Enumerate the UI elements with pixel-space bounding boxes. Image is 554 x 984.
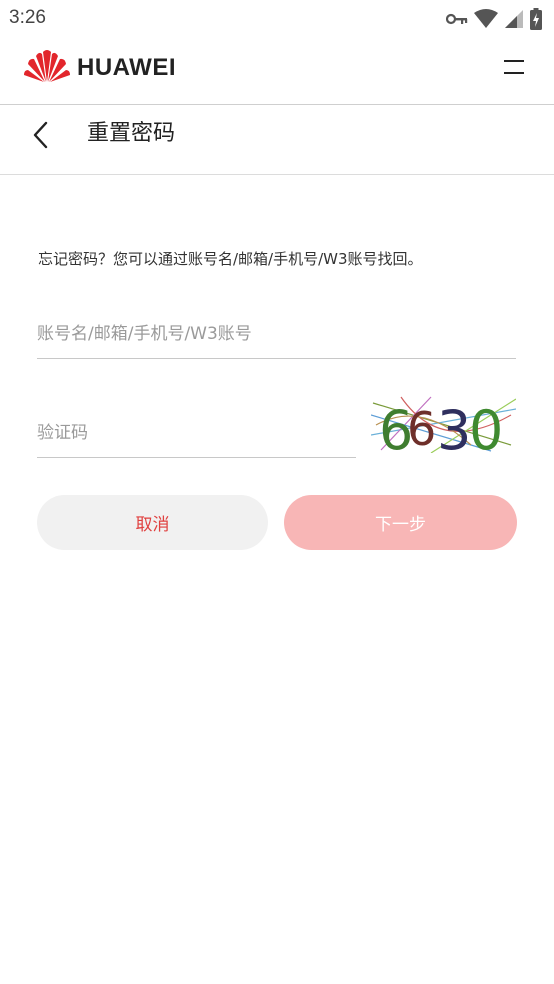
back-button[interactable] — [30, 119, 54, 151]
captcha-digit-2: 6 — [407, 402, 436, 453]
status-bar: 3:26 — [0, 0, 554, 38]
app-header: HUAWEI — [0, 38, 554, 105]
account-input[interactable] — [37, 310, 516, 358]
captcha-digit-4: 0 — [469, 399, 503, 453]
menu-icon-line-top — [504, 60, 524, 62]
menu-icon-line-bottom — [504, 72, 524, 74]
captcha-field — [37, 408, 356, 458]
status-icons — [446, 8, 542, 30]
back-arrow-icon — [33, 121, 48, 149]
huawei-flower-icon — [23, 48, 71, 88]
title-bar: 重置密码 — [0, 105, 554, 175]
captcha-input[interactable] — [37, 408, 356, 457]
cancel-button[interactable]: 取消 — [37, 495, 268, 550]
status-time: 3:26 — [9, 7, 46, 28]
captcha-digit-3: 3 — [437, 399, 471, 453]
captcha-image[interactable]: 6 6 3 0 — [370, 395, 517, 462]
wifi-icon — [474, 9, 498, 29]
battery-charging-icon — [530, 8, 542, 30]
brand-name: HUAWEI — [77, 54, 176, 81]
menu-button[interactable] — [504, 60, 526, 76]
vpn-key-icon — [446, 12, 468, 26]
next-step-button[interactable]: 下一步 — [284, 495, 517, 550]
account-field — [37, 310, 516, 359]
signal-icon — [504, 9, 524, 29]
recovery-hint: 忘记密码？您可以通过账号名/邮箱/手机号/W3账号找回。 — [38, 250, 423, 268]
page-title: 重置密码 — [87, 121, 176, 146]
huawei-logo[interactable]: HUAWEI — [23, 48, 176, 88]
